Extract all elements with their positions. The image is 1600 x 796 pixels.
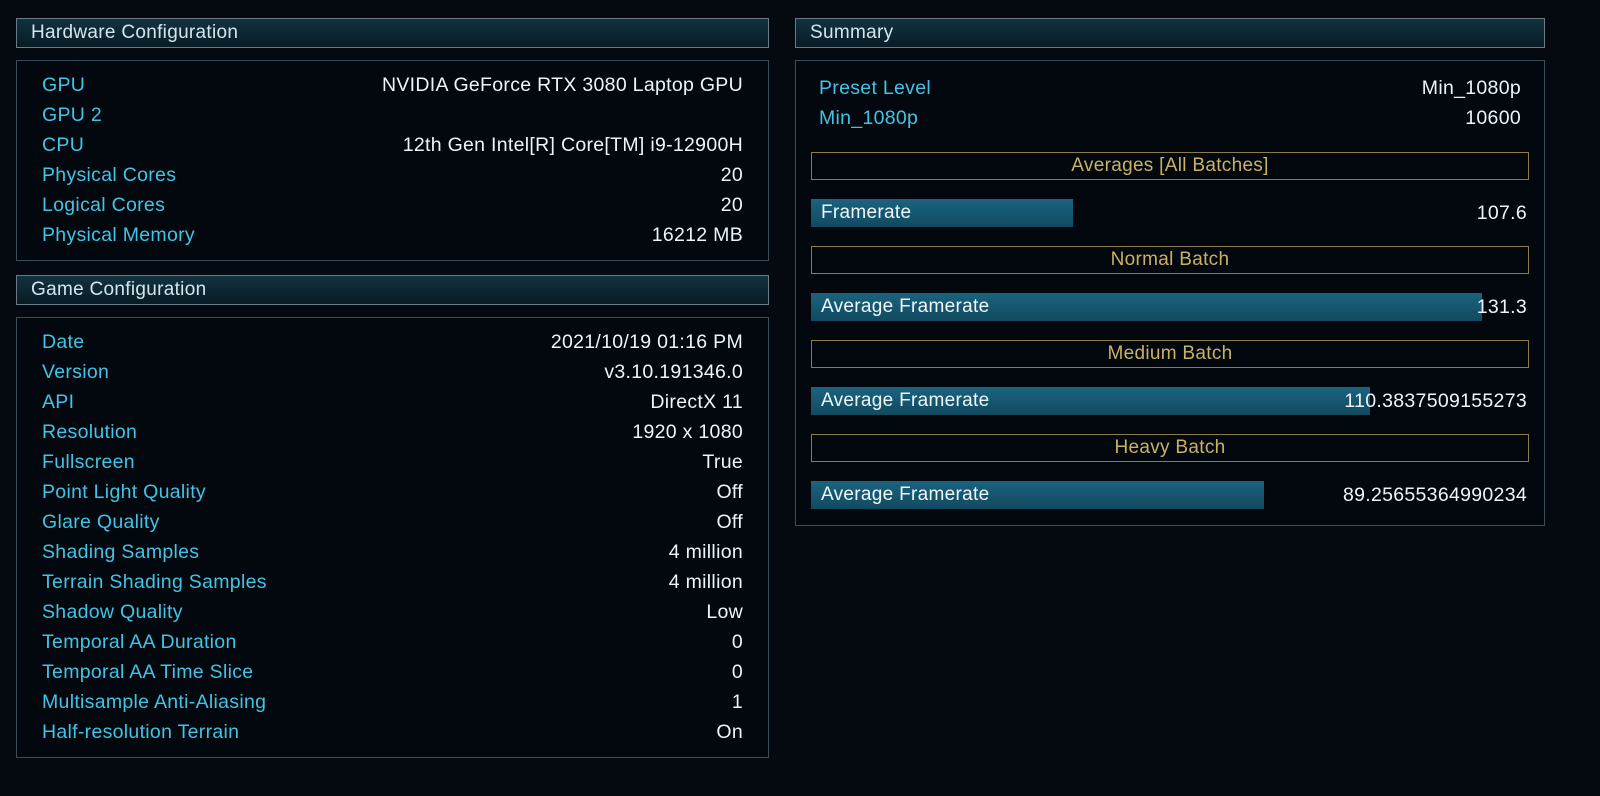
config-row: Logical Cores 20 bbox=[42, 190, 743, 220]
framerate-value: 110.3837509155273 bbox=[1344, 389, 1527, 412]
config-label: Terrain Shading Samples bbox=[42, 570, 267, 593]
framerate-bar-label: Average Framerate bbox=[821, 390, 990, 411]
config-row: Temporal AA Time Slice 0 bbox=[42, 657, 743, 687]
framerate-bar-row: Average Framerate 131.3 bbox=[811, 293, 1529, 321]
framerate-bar: Average Framerate bbox=[811, 387, 1370, 415]
config-label: Physical Cores bbox=[42, 163, 177, 186]
config-value: On bbox=[716, 720, 743, 743]
framerate-bar-row: Average Framerate 89.25655364990234 bbox=[811, 481, 1529, 509]
batch-sections: Averages [All Batches] Framerate 107.6 Norm… bbox=[811, 152, 1529, 509]
framerate-bar: Framerate bbox=[811, 199, 1074, 227]
framerate-value: 89.25655364990234 bbox=[1342, 483, 1527, 506]
config-value: 4 million bbox=[668, 540, 743, 563]
preset-level-value: Min_1080p bbox=[1421, 76, 1521, 99]
framerate-bar: Average Framerate bbox=[811, 293, 1483, 321]
summary-panel: Preset Level Min_1080p Min_1080p 10600 A… bbox=[795, 60, 1545, 526]
game-configuration-panel: Date 2021/10/19 01:16 PM Version v3.10.1913… bbox=[16, 317, 769, 758]
config-row: Date 2021/10/19 01:16 PM bbox=[42, 327, 743, 357]
config-label: Glare Quality bbox=[42, 510, 160, 533]
batch-section-header: Averages [All Batches] bbox=[811, 152, 1529, 180]
config-label: Version bbox=[42, 360, 110, 383]
config-label: Shading Samples bbox=[42, 540, 200, 563]
config-value: 1 bbox=[731, 690, 743, 713]
config-value: 1920 x 1080 bbox=[632, 420, 743, 443]
config-label: CPU bbox=[42, 133, 85, 156]
hardware-configuration-panel: GPU NVIDIA GeForce RTX 3080 Laptop GPU GPU… bbox=[16, 60, 769, 261]
config-label: Resolution bbox=[42, 420, 138, 443]
config-label: API bbox=[42, 390, 75, 413]
framerate-value: 107.6 bbox=[1476, 201, 1527, 224]
config-label: Half-resolution Terrain bbox=[42, 720, 240, 743]
config-row: Physical Cores 20 bbox=[42, 160, 743, 190]
config-label: Multisample Anti-Aliasing bbox=[42, 690, 267, 713]
framerate-bar: Average Framerate bbox=[811, 481, 1265, 509]
config-row: Physical Memory 16212 MB bbox=[42, 220, 743, 250]
config-row: GPU NVIDIA GeForce RTX 3080 Laptop GPU bbox=[42, 70, 743, 100]
config-label: Temporal AA Duration bbox=[42, 630, 237, 653]
batch-section-header: Heavy Batch bbox=[811, 434, 1529, 462]
config-label: GPU bbox=[42, 73, 86, 96]
config-value: Off bbox=[716, 510, 743, 533]
benchmark-score-label: Min_1080p bbox=[819, 106, 919, 129]
preset-level-row: Preset Level Min_1080p bbox=[811, 73, 1529, 103]
config-label: Temporal AA Time Slice bbox=[42, 660, 254, 683]
config-value: DirectX 11 bbox=[650, 390, 743, 413]
config-value: 20 bbox=[720, 163, 743, 186]
config-row: Half-resolution Terrain On bbox=[42, 717, 743, 747]
config-value: 20 bbox=[720, 193, 743, 216]
config-value: Low bbox=[706, 600, 743, 623]
config-label: Physical Memory bbox=[42, 223, 195, 246]
hardware-configuration-header: Hardware Configuration bbox=[16, 18, 769, 48]
config-value: NVIDIA GeForce RTX 3080 Laptop GPU bbox=[381, 73, 743, 96]
config-row: Temporal AA Duration 0 bbox=[42, 627, 743, 657]
config-row: Multisample Anti-Aliasing 1 bbox=[42, 687, 743, 717]
benchmark-score-value: 10600 bbox=[1465, 106, 1521, 129]
config-label: GPU 2 bbox=[42, 103, 103, 126]
benchmark-score-row: Min_1080p 10600 bbox=[811, 103, 1529, 133]
config-label: Fullscreen bbox=[42, 450, 135, 473]
framerate-value: 131.3 bbox=[1476, 295, 1527, 318]
framerate-bar-row: Average Framerate 110.3837509155273 bbox=[811, 387, 1529, 415]
config-value: v3.10.191346.0 bbox=[604, 360, 743, 383]
batch-section-header: Normal Batch bbox=[811, 246, 1529, 274]
framerate-bar-label: Framerate bbox=[821, 202, 912, 223]
preset-level-label: Preset Level bbox=[819, 76, 931, 99]
config-row: API DirectX 11 bbox=[42, 387, 743, 417]
framerate-bar-label: Average Framerate bbox=[821, 484, 990, 505]
right-column: Summary Preset Level Min_1080p Min_1080p… bbox=[795, 18, 1545, 526]
config-value: 16212 MB bbox=[651, 223, 743, 246]
config-row: Glare Quality Off bbox=[42, 507, 743, 537]
framerate-bar-label: Average Framerate bbox=[821, 296, 990, 317]
config-row: GPU 2 bbox=[42, 100, 743, 130]
config-label: Shadow Quality bbox=[42, 600, 183, 623]
config-label: Date bbox=[42, 330, 85, 353]
config-row: Shading Samples 4 million bbox=[42, 537, 743, 567]
batch-section-header: Medium Batch bbox=[811, 340, 1529, 368]
game-configuration-header: Game Configuration bbox=[16, 275, 769, 305]
config-label: Logical Cores bbox=[42, 193, 166, 216]
framerate-bar-row: Framerate 107.6 bbox=[811, 199, 1529, 227]
config-value: 12th Gen Intel[R] Core[TM] i9-12900H bbox=[402, 133, 743, 156]
config-value: True bbox=[702, 450, 743, 473]
config-value: 0 bbox=[731, 660, 743, 683]
config-value: 2021/10/19 01:16 PM bbox=[550, 330, 743, 353]
config-value: Off bbox=[716, 480, 743, 503]
config-row: Resolution 1920 x 1080 bbox=[42, 417, 743, 447]
config-value: 0 bbox=[731, 630, 743, 653]
config-row: Fullscreen True bbox=[42, 447, 743, 477]
summary-header: Summary bbox=[795, 18, 1545, 48]
config-row: Point Light Quality Off bbox=[42, 477, 743, 507]
config-row: Shadow Quality Low bbox=[42, 597, 743, 627]
left-column: Hardware Configuration GPU NVIDIA GeForce… bbox=[16, 18, 769, 758]
config-row: CPU 12th Gen Intel[R] Core[TM] i9-12900H bbox=[42, 130, 743, 160]
config-label: Point Light Quality bbox=[42, 480, 206, 503]
config-value: 4 million bbox=[668, 570, 743, 593]
config-row: Terrain Shading Samples 4 million bbox=[42, 567, 743, 597]
config-row: Version v3.10.191346.0 bbox=[42, 357, 743, 387]
